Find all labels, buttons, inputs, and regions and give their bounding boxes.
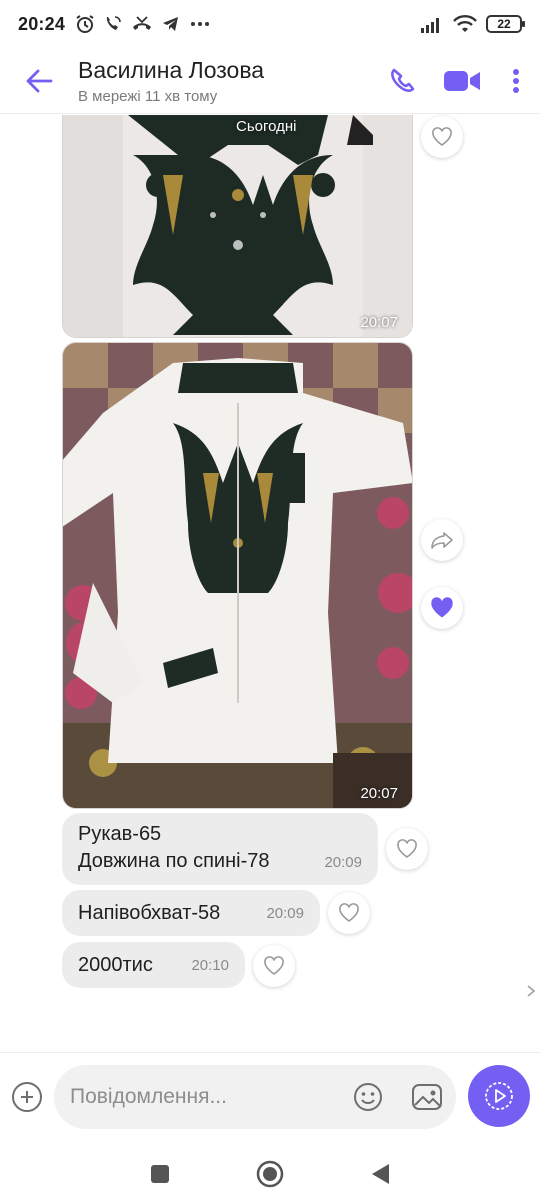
message-line: 2000тис bbox=[78, 953, 153, 976]
video-call-button[interactable] bbox=[432, 48, 492, 114]
smiley-icon bbox=[354, 1083, 382, 1111]
contact-name: Василина Лозова bbox=[78, 56, 265, 83]
play-circle-icon bbox=[485, 1082, 513, 1110]
message-composer bbox=[0, 1052, 540, 1142]
message-time: 20:09 bbox=[266, 904, 304, 922]
telegram-icon bbox=[163, 17, 179, 31]
share-arrow-icon bbox=[431, 532, 453, 549]
sticker-button[interactable] bbox=[352, 1081, 384, 1113]
gallery-button[interactable] bbox=[410, 1081, 444, 1113]
attach-button[interactable] bbox=[12, 1082, 42, 1112]
video-camera-icon bbox=[444, 70, 480, 91]
signal-icon bbox=[421, 18, 439, 33]
voice-call-button[interactable] bbox=[372, 48, 432, 114]
plus-icon bbox=[21, 1091, 33, 1103]
call-wifi-icon bbox=[106, 16, 121, 30]
like-button-photo-1[interactable] bbox=[421, 116, 463, 158]
like-button-photo-2[interactable] bbox=[421, 587, 463, 629]
embroidered-shirt-photo-closeup bbox=[63, 115, 412, 337]
heart-outline-icon bbox=[432, 127, 452, 146]
battery-icon: 22 bbox=[486, 15, 525, 33]
message-line: Напівобхват-58 bbox=[78, 901, 221, 924]
home-button[interactable] bbox=[255, 1159, 285, 1189]
more-notifications-icon bbox=[191, 22, 210, 26]
recent-apps-button[interactable] bbox=[149, 1163, 171, 1185]
photo-time-1: 20:07 bbox=[360, 314, 398, 331]
missed-call-icon bbox=[133, 16, 152, 30]
kebab-menu-icon bbox=[513, 68, 519, 93]
alarm-icon bbox=[76, 15, 94, 33]
photo-message-1[interactable]: 20:07 bbox=[62, 115, 413, 338]
presence-status: В мережі 11 хв тому bbox=[78, 87, 218, 105]
message-bubble-3[interactable]: 2000тис 20:10 bbox=[62, 942, 245, 988]
date-divider-today: Сьогодні bbox=[236, 118, 297, 135]
arrow-left-icon bbox=[26, 69, 53, 92]
wifi-icon bbox=[453, 15, 477, 32]
message-bubble-2[interactable]: Напівобхват-58 20:09 bbox=[62, 890, 320, 936]
chat-header: Василина Лозова В мережі 11 хв тому bbox=[0, 48, 540, 114]
message-time: 20:10 bbox=[191, 956, 229, 974]
message-input[interactable] bbox=[70, 1065, 340, 1129]
status-notification-icons bbox=[75, 14, 211, 34]
heart-filled-icon bbox=[431, 597, 453, 618]
forward-button-photo-2[interactable] bbox=[421, 519, 463, 561]
scroll-down-indicator-icon[interactable] bbox=[526, 984, 538, 998]
back-button[interactable] bbox=[0, 48, 78, 114]
contact-info[interactable]: Василина Лозова В мережі 11 хв тому bbox=[78, 57, 372, 105]
status-time: 20:24 bbox=[18, 13, 66, 34]
photo-message-2[interactable]: 20:07 bbox=[62, 342, 413, 809]
like-button-message-1[interactable] bbox=[386, 828, 428, 870]
message-input-container bbox=[54, 1065, 456, 1129]
viber-chat-screen: 20:24 22 Василина Лозова В мережі 11 хв … bbox=[0, 0, 540, 1204]
more-options-button[interactable] bbox=[492, 48, 540, 114]
system-navigation-bar bbox=[0, 1144, 540, 1204]
message-line: Рукав-65 bbox=[78, 823, 162, 845]
like-button-message-3[interactable] bbox=[253, 945, 295, 987]
embroidered-shirt-photo bbox=[63, 343, 412, 808]
message-time: 20:09 bbox=[324, 854, 362, 871]
battery-level: 22 bbox=[497, 17, 511, 31]
like-button-message-2[interactable] bbox=[328, 892, 370, 934]
status-system-icons: 22 bbox=[420, 14, 525, 34]
back-nav-button[interactable] bbox=[369, 1162, 391, 1186]
image-gallery-icon bbox=[412, 1084, 442, 1110]
heart-outline-icon bbox=[397, 839, 417, 858]
status-bar: 20:24 22 bbox=[0, 0, 540, 48]
message-line: Довжина по спині-78 bbox=[78, 850, 270, 872]
heart-outline-icon bbox=[339, 903, 359, 922]
photo-time-2: 20:07 bbox=[360, 785, 398, 802]
phone-icon bbox=[391, 68, 415, 92]
message-bubble-1[interactable]: Рукав-65 Довжина по спині-78 20:09 bbox=[62, 813, 378, 885]
voice-video-message-button[interactable] bbox=[468, 1065, 530, 1127]
heart-outline-icon bbox=[264, 956, 284, 975]
